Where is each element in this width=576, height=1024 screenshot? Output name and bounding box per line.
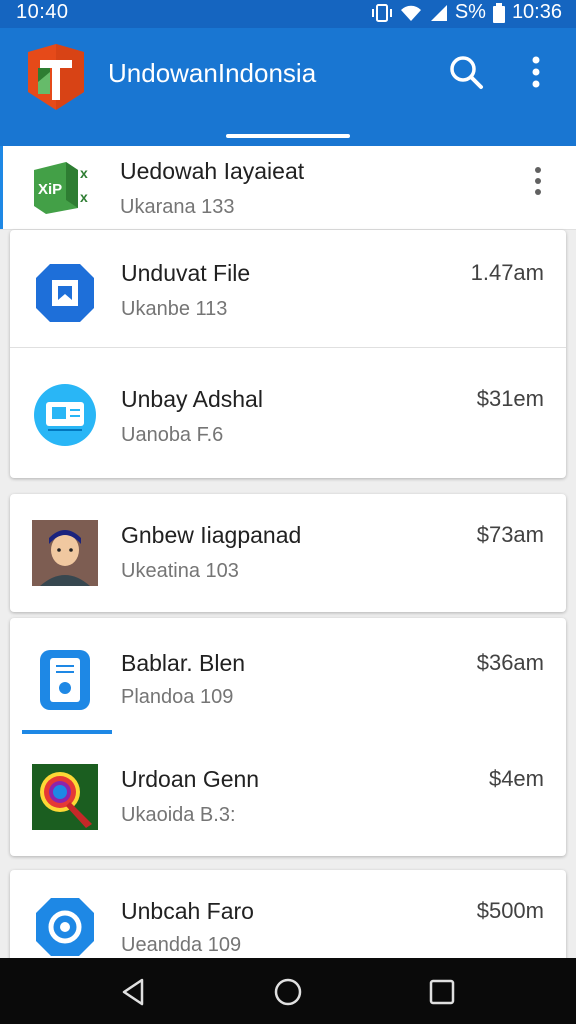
item-subtitle: Ueandda 109 — [121, 934, 242, 956]
navigation-bar — [0, 958, 576, 1024]
item-time: $31em — [476, 386, 544, 411]
overflow-menu-button[interactable] — [522, 52, 550, 92]
app-logo — [24, 42, 88, 112]
recents-button[interactable] — [422, 972, 462, 1012]
selection-accent — [0, 146, 3, 230]
battery-icon — [492, 2, 506, 23]
item-title: Bablar. Blen — [121, 650, 246, 676]
tab-indicator — [226, 134, 350, 138]
status-bar: 10:40 S% 10:36 — [0, 0, 576, 28]
item-subtitle: Ukeatina 103 — [121, 560, 239, 582]
item-subtitle: Plandoa 109 — [121, 686, 234, 708]
vibrate-icon — [371, 3, 393, 23]
status-icons: S% 10:36 — [371, 1, 562, 24]
more-vert-icon — [535, 167, 541, 195]
item-time: $36am — [476, 650, 544, 675]
item-time: $500m — [476, 898, 544, 923]
list-item[interactable]: Gnbew Iiagpanad Ukeatina 103 $73am — [10, 494, 566, 612]
search-button[interactable] — [446, 52, 486, 92]
list-item[interactable]: Urdoan Genn Ukaoida B.3: $4em — [10, 734, 566, 856]
item-time: 1.47am — [470, 260, 544, 285]
magnifier-icon — [32, 764, 98, 830]
item-subtitle: Uanoba F.6 — [121, 424, 224, 446]
status-clock: 10:36 — [511, 1, 562, 23]
svg-text:x: x — [80, 189, 88, 205]
item-title: Unbay Adshal — [121, 386, 263, 412]
list-item[interactable]: XiP x x Uedowah Iayaieat Ukarana 133 — [0, 146, 576, 230]
back-icon — [122, 978, 144, 1006]
avatar — [32, 520, 98, 586]
item-subtitle: Ukaoida B.3: — [121, 804, 236, 826]
item-time: $73am — [476, 522, 544, 547]
item-title: Unduvat File — [121, 260, 251, 286]
item-overflow-button[interactable] — [528, 164, 548, 198]
battery-percent: S% — [454, 1, 486, 23]
wifi-icon — [399, 3, 423, 23]
more-vert-icon — [532, 56, 540, 88]
list-item[interactable]: Bablar. Blen Plandoa 109 $36am — [10, 618, 566, 734]
item-time: $4em — [488, 766, 544, 791]
item-subtitle: Ukarana 133 — [120, 196, 235, 218]
spreadsheet-icon: XiP x x — [30, 156, 94, 216]
search-icon — [450, 56, 483, 89]
bookmark-icon — [32, 260, 98, 326]
svg-text:XiP: XiP — [38, 181, 62, 198]
signal-icon — [429, 3, 449, 23]
recents-icon — [429, 979, 455, 1005]
item-title: Urdoan Genn — [121, 766, 260, 792]
home-icon — [274, 978, 302, 1006]
home-button[interactable] — [268, 972, 308, 1012]
status-time: 10:40 — [16, 1, 69, 23]
app-bar: UndowanIndonsia — [0, 28, 576, 146]
settings-icon — [34, 896, 100, 962]
item-title: Uedowah Iayaieat — [120, 158, 305, 184]
item-title: Gnbew Iiagpanad — [121, 522, 302, 548]
item-title: Unbcah Faro — [121, 898, 254, 924]
list-card: Gnbew Iiagpanad Ukeatina 103 $73am — [10, 494, 566, 612]
list-card: Unduvat File Ukanbe 113 1.47am Unbay Ads… — [10, 230, 566, 478]
back-button[interactable] — [114, 972, 154, 1012]
app-title: UndowanIndonsia — [108, 58, 317, 88]
list-card: Bablar. Blen Plandoa 109 $36am Urdoan Ge… — [10, 618, 566, 856]
file-icon — [32, 648, 98, 714]
item-subtitle: Ukanbe 113 — [121, 298, 228, 320]
svg-text:x: x — [80, 165, 88, 181]
card-icon — [32, 382, 98, 448]
list-item[interactable]: Unduvat File Ukanbe 113 1.47am — [10, 230, 566, 348]
list-item[interactable]: Unbay Adshal Uanoba F.6 $31em — [10, 348, 566, 478]
